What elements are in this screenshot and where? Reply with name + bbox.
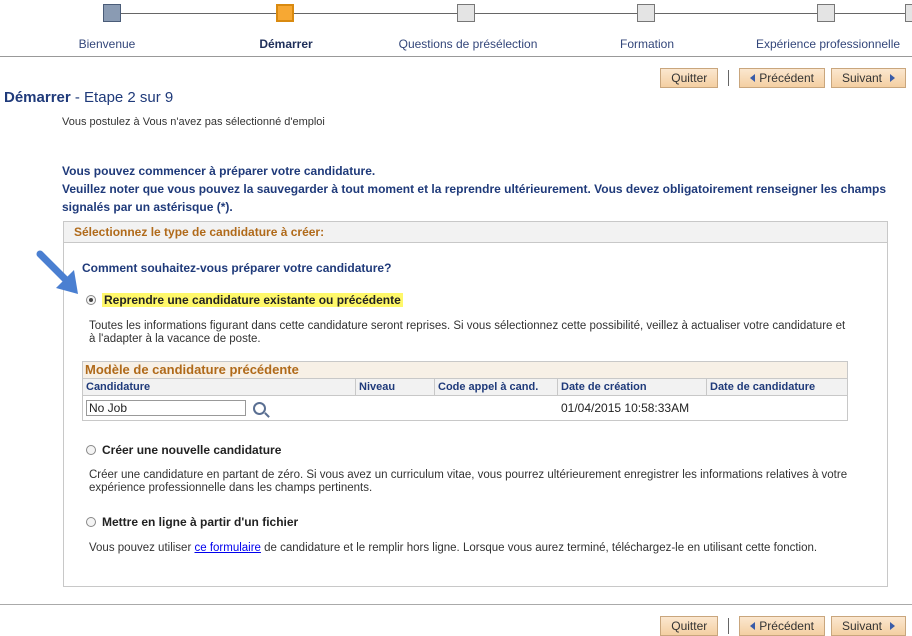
upload-desc-post: de candidature et le remplir hors ligne.… (260, 542, 818, 554)
col-date: Date de candidature (710, 381, 816, 393)
step-label-formation[interactable]: Formation (620, 37, 674, 51)
radio-new[interactable] (86, 445, 96, 455)
step-marker-next[interactable] (905, 4, 912, 22)
option-reuse-label[interactable]: Reprendre une candidature existante ou p… (102, 293, 403, 307)
step-marker-experience[interactable] (817, 4, 835, 22)
intro-line-2: Veuillez noter que vous pouvez la sauveg… (62, 182, 887, 214)
title-main: Démarrer (4, 89, 71, 106)
search-icon[interactable] (253, 401, 267, 415)
step-label-bienvenue[interactable]: Bienvenue (79, 37, 136, 51)
question-text: Comment souhaitez-vous préparer votre ca… (82, 261, 392, 275)
intro-text: Vous pouvez commencer à préparer votre c… (62, 162, 898, 216)
applying-text: Vous postulez à Vous n'avez pas sélectio… (62, 116, 325, 128)
train-divider (0, 56, 912, 57)
table-row: No Job 01/04/2015 10:58:33AM (83, 396, 847, 420)
col-candidature: Candidature (83, 379, 356, 395)
nav-separator (728, 70, 730, 86)
progress-train: Bienvenue Démarrer Questions de présélec… (0, 0, 912, 58)
bottom-divider (0, 604, 912, 605)
section-header: Sélectionnez le type de candidature à cr… (64, 222, 887, 243)
next-label: Suivant (841, 71, 882, 85)
previous-label: Précédent (759, 71, 814, 85)
option-upload-label[interactable]: Mettre en ligne à partir d'un fichier (102, 515, 298, 529)
option-reuse-desc: Toutes les informations figurant dans ce… (89, 320, 846, 345)
option-new-desc: Créer une candidature en partant de zéro… (89, 469, 848, 494)
cell-candidature: No Job (83, 400, 356, 416)
next-button[interactable]: Suivant (830, 68, 906, 88)
col-niveau: Niveau (356, 379, 435, 395)
previous-button[interactable]: Précédent (739, 68, 825, 88)
step-marker-questions[interactable] (457, 4, 475, 22)
option-new-label[interactable]: Créer une nouvelle candidature (102, 443, 281, 457)
grid-header: Candidature Niveau Code appel à cand. Da… (83, 378, 847, 396)
train-line (112, 13, 912, 14)
quit-button[interactable]: Quitter (660, 68, 719, 88)
next-button-bottom[interactable]: Suivant (830, 616, 906, 636)
grid-title: Modèle de candidature précédente (83, 362, 847, 378)
upload-desc-pre: Vous pouvez utiliser (89, 542, 195, 554)
step-label-demarrer[interactable]: Démarrer (259, 37, 312, 51)
col-code: Code appel à cand. (435, 379, 558, 395)
previous-application-grid: Modèle de candidature précédente Candida… (82, 361, 848, 421)
next-label-bottom: Suivant (841, 619, 882, 633)
option-reuse[interactable]: Reprendre une candidature existante ou p… (86, 293, 403, 307)
radio-upload[interactable] (86, 517, 96, 527)
radio-reuse[interactable] (86, 295, 96, 305)
bottom-nav: Quitter Précédent Suivant (660, 616, 906, 636)
step-label-experience[interactable]: Expérience professionnelle (756, 37, 900, 51)
step-marker-bienvenue[interactable] (103, 4, 121, 22)
col-creation: Date de création (558, 379, 707, 395)
option-new[interactable]: Créer une nouvelle candidature (86, 443, 281, 457)
title-step: - Etape 2 sur 9 (70, 89, 174, 106)
candidature-input[interactable]: No Job (86, 400, 246, 416)
page-title: Démarrer - Etape 2 sur 9 (4, 89, 173, 106)
cell-creation: 01/04/2015 10:58:33AM (561, 401, 690, 415)
arrow-pointer-icon (36, 250, 78, 294)
top-nav: Quitter Précédent Suivant (660, 68, 906, 88)
option-upload[interactable]: Mettre en ligne à partir d'un fichier (86, 515, 298, 529)
step-marker-formation[interactable] (637, 4, 655, 22)
step-marker-demarrer[interactable] (276, 4, 294, 22)
previous-button-bottom[interactable]: Précédent (739, 616, 825, 636)
intro-line-1: Vous pouvez commencer à préparer votre c… (62, 164, 376, 178)
step-label-questions[interactable]: Questions de présélection (399, 37, 538, 51)
previous-label-bottom: Précédent (759, 619, 814, 633)
quit-button-bottom[interactable]: Quitter (660, 616, 719, 636)
option-upload-desc: Vous pouvez utiliser ce formulaire de ca… (89, 542, 879, 555)
form-link[interactable]: ce formulaire (194, 542, 260, 554)
